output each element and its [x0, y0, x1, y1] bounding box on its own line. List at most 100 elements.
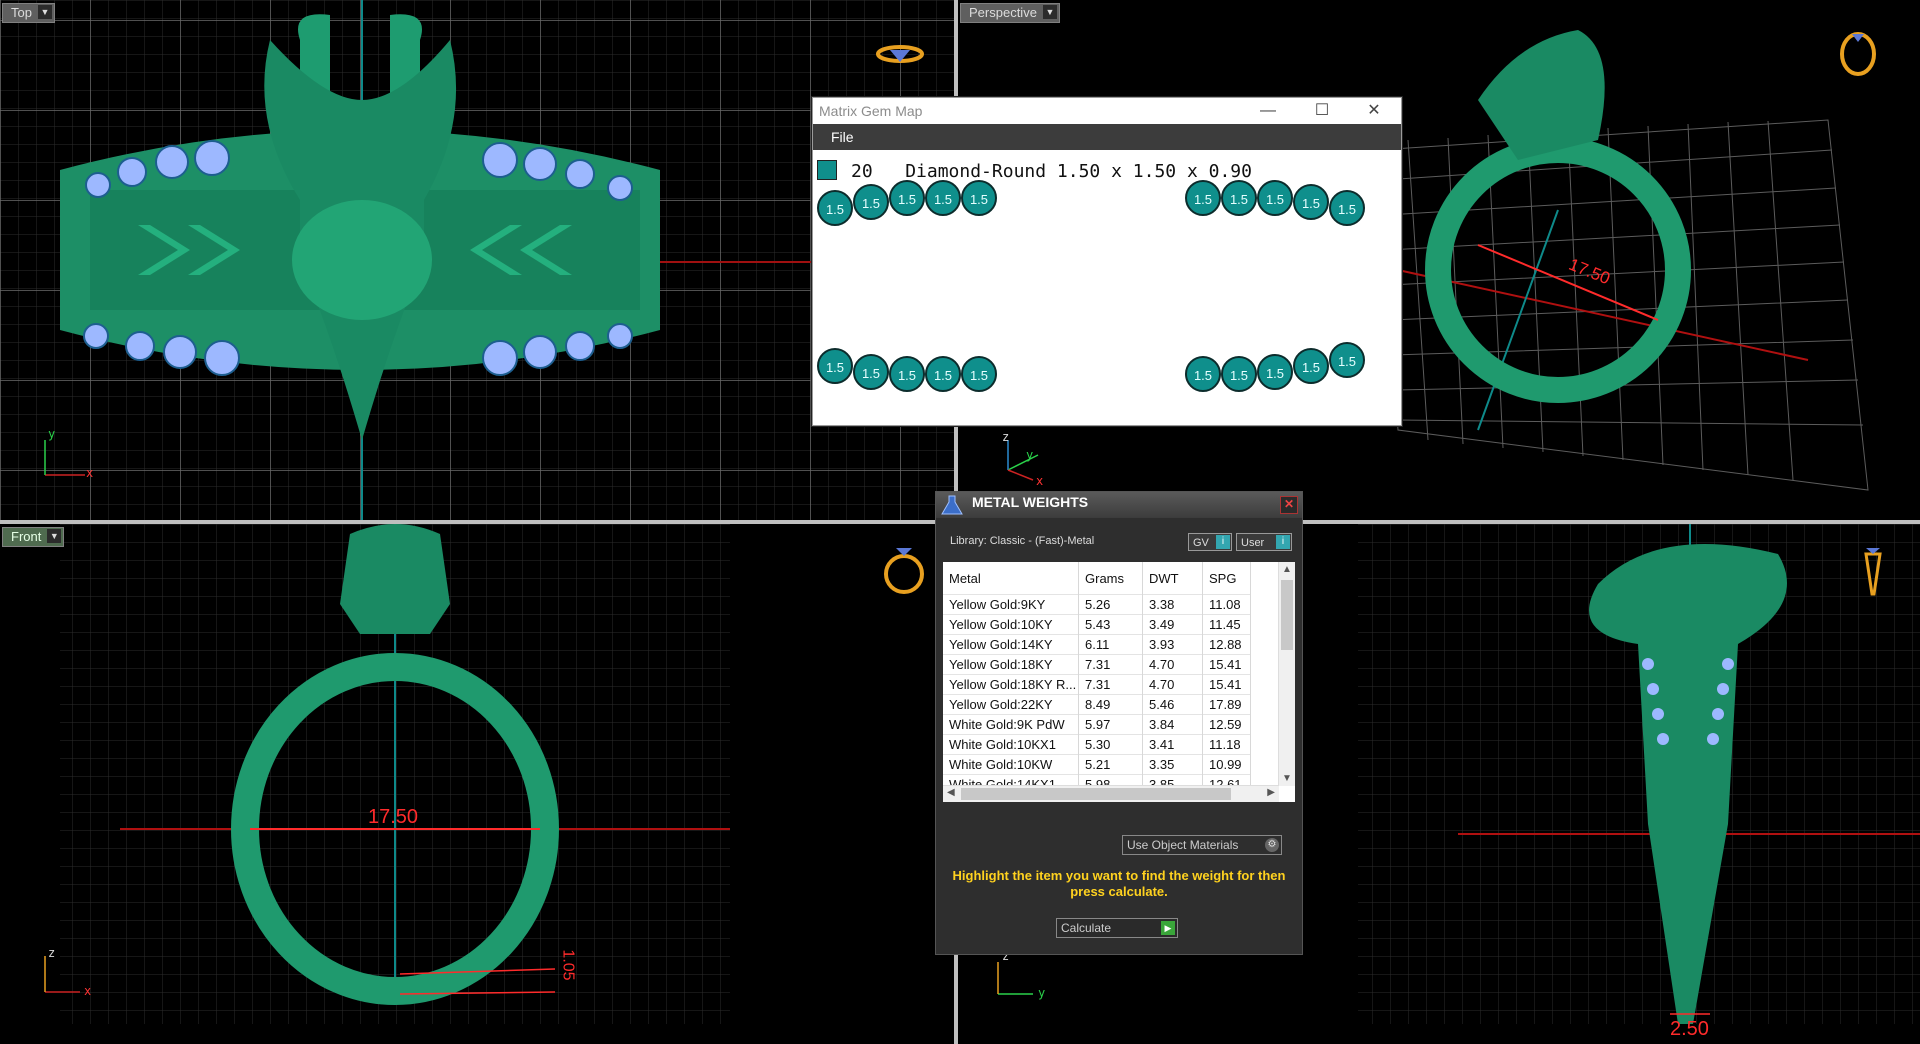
- gem-marker[interactable]: 1.5: [961, 356, 997, 392]
- user-info-icon: i: [1276, 535, 1290, 549]
- gem-count: 20: [851, 161, 873, 182]
- table-cell: 3.41: [1142, 734, 1203, 755]
- axis-y-label: y: [1038, 986, 1046, 1000]
- table-row[interactable]: Yellow Gold:22KY 8.49 5.46 17.89: [943, 694, 1251, 715]
- table-cell: 3.35: [1142, 754, 1203, 775]
- calculate-button[interactable]: Calculate ▶: [1056, 918, 1178, 938]
- table-row[interactable]: White Gold:10KX1 5.30 3.41 11.18: [943, 734, 1251, 755]
- metal-table[interactable]: Metal Grams DWT SPG Yellow Gold:9KY 5.26 3.38…: [943, 562, 1295, 802]
- gem-marker[interactable]: 1.5: [925, 180, 961, 216]
- column-header[interactable]: Grams: [1078, 562, 1143, 595]
- viewport-label-front[interactable]: Front ▼: [2, 527, 65, 547]
- viewport-label-top[interactable]: Top ▼: [2, 3, 55, 23]
- scroll-down-icon: ▼: [1282, 773, 1292, 784]
- table-row[interactable]: White Gold:10KW 5.21 3.35 10.99: [943, 754, 1251, 775]
- viewport-front-grid: [44, 524, 924, 1024]
- gem-marker[interactable]: 1.5: [889, 180, 925, 216]
- menu-file[interactable]: File: [831, 129, 854, 145]
- viewport-menu-icon[interactable]: ▼: [37, 5, 52, 19]
- column-header[interactable]: DWT: [1142, 562, 1203, 595]
- gem-marker[interactable]: 1.5: [889, 356, 925, 392]
- table-row[interactable]: White Gold:9K PdW 5.97 3.84 12.59: [943, 714, 1251, 735]
- table-cell: 15.41: [1202, 654, 1251, 675]
- table-cell: 6.11: [1078, 634, 1143, 655]
- table-cell: 8.49: [1078, 694, 1143, 715]
- gem-marker[interactable]: 1.5: [925, 356, 961, 392]
- table-row[interactable]: Yellow Gold:10KY 5.43 3.49 11.45: [943, 614, 1251, 635]
- table-cell: 3.84: [1142, 714, 1203, 735]
- gem-marker[interactable]: 1.5: [853, 184, 889, 220]
- gem-marker[interactable]: 1.5: [1257, 180, 1293, 216]
- column-header[interactable]: Metal: [943, 562, 1079, 595]
- gem-marker[interactable]: 1.5: [817, 190, 853, 226]
- viewport-top[interactable]: Top ▼ y x: [0, 0, 954, 520]
- viewport-menu-icon[interactable]: ▼: [1042, 5, 1057, 19]
- minimize-icon[interactable]: —: [1245, 98, 1291, 124]
- gem-description: Diamond-Round 1.50 x 1.50 x 0.90: [905, 161, 1252, 182]
- scroll-thumb: [1281, 580, 1293, 650]
- gem-marker[interactable]: 1.5: [1329, 342, 1365, 378]
- table-cell: 3.49: [1142, 614, 1203, 635]
- vertical-scrollbar[interactable]: ▲ ▼: [1278, 562, 1295, 786]
- table-cell: 4.70: [1142, 654, 1203, 675]
- gem-marker[interactable]: 1.5: [853, 354, 889, 390]
- table-cell: 5.26: [1078, 594, 1143, 615]
- table-row[interactable]: Yellow Gold:18KY 7.31 4.70 15.41: [943, 654, 1251, 675]
- table-cell: Yellow Gold:10KY: [943, 614, 1079, 635]
- table-row[interactable]: Yellow Gold:18KY R... 7.31 4.70 15.41: [943, 674, 1251, 695]
- front-inner-diameter: 17.50: [368, 806, 419, 828]
- table-cell: 12.59: [1202, 714, 1251, 735]
- metal-weights-panel[interactable]: METAL WEIGHTS ✕ Library: Classic - (Fast…: [935, 491, 1303, 955]
- table-cell: 5.21: [1078, 754, 1143, 775]
- maximize-icon[interactable]: ☐: [1299, 98, 1345, 124]
- table-cell: 15.41: [1202, 674, 1251, 695]
- gem-marker[interactable]: 1.5: [1221, 356, 1257, 392]
- table-cell: 11.08: [1202, 594, 1251, 615]
- gem-marker[interactable]: 1.5: [1221, 180, 1257, 216]
- gem-marker[interactable]: 1.5: [1329, 190, 1365, 226]
- table-cell: 5.97: [1078, 714, 1143, 735]
- table-cell: White Gold:10KX1: [943, 734, 1079, 755]
- table-row[interactable]: Yellow Gold:14KY 6.11 3.93 12.88: [943, 634, 1251, 655]
- axis-y-label: y: [1026, 448, 1034, 462]
- gem-map-titlebar[interactable]: Matrix Gem Map — ☐ ✕: [813, 98, 1401, 124]
- horizontal-scrollbar[interactable]: ◀ ▶: [943, 785, 1279, 802]
- table-cell: 5.30: [1078, 734, 1143, 755]
- close-icon[interactable]: ✕: [1351, 98, 1397, 124]
- table-cell: Yellow Gold:9KY: [943, 594, 1079, 615]
- gem-color-swatch: [817, 160, 837, 180]
- gem-marker[interactable]: 1.5: [1185, 180, 1221, 216]
- play-icon: ▶: [1161, 921, 1175, 935]
- close-icon[interactable]: ✕: [1280, 496, 1298, 514]
- gem-marker[interactable]: 1.5: [1293, 348, 1329, 384]
- axis-x-label: x: [86, 466, 94, 480]
- table-cell: Yellow Gold:18KY R...: [943, 674, 1079, 695]
- gv-button[interactable]: GV i: [1188, 533, 1232, 551]
- table-cell: White Gold:10KW: [943, 754, 1079, 775]
- viewport-label-perspective[interactable]: Perspective ▼: [960, 3, 1060, 23]
- metal-weights-titlebar[interactable]: METAL WEIGHTS ✕: [936, 492, 1302, 518]
- table-cell: 10.99: [1202, 754, 1251, 775]
- scroll-thumb: [961, 788, 1231, 800]
- calculate-hint: Highlight the item you want to find the …: [952, 868, 1286, 899]
- column-header[interactable]: SPG: [1202, 562, 1251, 595]
- table-cell: White Gold:9K PdW: [943, 714, 1079, 735]
- gem-marker[interactable]: 1.5: [1185, 356, 1221, 392]
- side-width-dimension: 2.50: [1670, 1018, 1709, 1040]
- user-button[interactable]: User i: [1236, 533, 1292, 551]
- table-cell: 17.89: [1202, 694, 1251, 715]
- gem-map-window[interactable]: Matrix Gem Map — ☐ ✕ File 20 Diamond-Rou…: [812, 97, 1402, 426]
- gem-marker[interactable]: 1.5: [1257, 354, 1293, 390]
- scroll-left-icon: ◀: [947, 787, 955, 798]
- viewport-front[interactable]: Front ▼ 17.50 1.05 z x: [0, 524, 954, 1044]
- gem-marker[interactable]: 1.5: [1293, 184, 1329, 220]
- gem-marker[interactable]: 1.5: [961, 180, 997, 216]
- gv-info-icon: i: [1216, 535, 1230, 549]
- table-cell: 5.46: [1142, 694, 1203, 715]
- viewport-menu-icon[interactable]: ▼: [47, 529, 62, 543]
- use-object-materials-button[interactable]: Use Object Materials ⚙: [1122, 835, 1282, 855]
- gem-marker[interactable]: 1.5: [817, 348, 853, 384]
- gem-map-title: Matrix Gem Map: [819, 103, 923, 119]
- table-row[interactable]: Yellow Gold:9KY 5.26 3.38 11.08: [943, 594, 1251, 615]
- table-cell: Yellow Gold:18KY: [943, 654, 1079, 675]
